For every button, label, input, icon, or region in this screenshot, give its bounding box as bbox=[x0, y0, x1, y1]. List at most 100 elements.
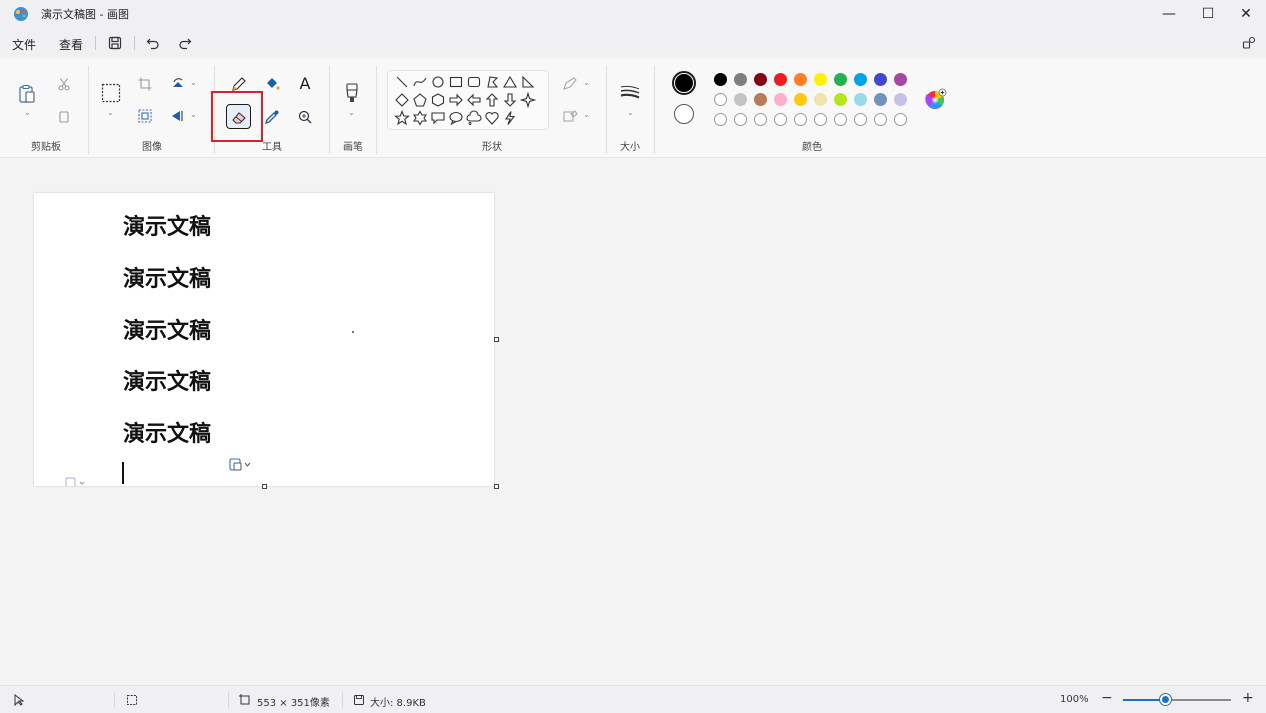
color-swatch[interactable] bbox=[794, 93, 807, 106]
chevron-down-icon[interactable]: ⌄ bbox=[583, 78, 590, 87]
custom-color-slot[interactable] bbox=[854, 113, 867, 126]
settings-icon[interactable] bbox=[1240, 34, 1258, 52]
down-arrow-shape-icon[interactable] bbox=[502, 92, 518, 108]
rect-callout-shape-icon[interactable] bbox=[430, 110, 446, 126]
undo-icon[interactable] bbox=[144, 34, 162, 52]
diamond-shape-icon[interactable] bbox=[394, 92, 410, 108]
lightning-shape-icon[interactable] bbox=[502, 110, 518, 126]
five-point-star-shape-icon[interactable] bbox=[394, 110, 410, 126]
heart-shape-icon[interactable] bbox=[484, 110, 500, 126]
color-swatch[interactable] bbox=[754, 93, 767, 106]
edit-colors-icon[interactable] bbox=[925, 88, 947, 110]
triangle-shape-icon[interactable] bbox=[502, 74, 518, 90]
chevron-down-icon[interactable]: ⌄ bbox=[583, 110, 590, 119]
color-swatch[interactable] bbox=[874, 93, 887, 106]
right-arrow-shape-icon[interactable] bbox=[448, 92, 464, 108]
custom-color-slot[interactable] bbox=[774, 113, 787, 126]
outline-icon[interactable] bbox=[561, 76, 579, 92]
menu-view[interactable]: 查看 bbox=[59, 36, 83, 53]
custom-color-slot[interactable] bbox=[814, 113, 827, 126]
rounded-rectangle-shape-icon[interactable] bbox=[466, 74, 482, 90]
minimize-button[interactable]: — bbox=[1150, 0, 1188, 28]
custom-color-slot[interactable] bbox=[834, 113, 847, 126]
resize-handle-corner[interactable] bbox=[494, 484, 499, 489]
paste-options-icon[interactable] bbox=[228, 456, 252, 472]
color-swatch[interactable] bbox=[814, 93, 827, 106]
pentagon-shape-icon[interactable] bbox=[412, 92, 428, 108]
color-swatch[interactable] bbox=[714, 93, 727, 106]
paste-options-icon[interactable] bbox=[64, 476, 88, 486]
chevron-down-icon[interactable]: ⌄ bbox=[348, 108, 355, 117]
color-picker-icon[interactable] bbox=[263, 108, 281, 126]
color-swatch[interactable] bbox=[734, 93, 747, 106]
polygon-shape-icon[interactable] bbox=[484, 74, 500, 90]
custom-color-slot[interactable] bbox=[874, 113, 887, 126]
color-swatch[interactable] bbox=[834, 93, 847, 106]
flip-icon[interactable] bbox=[170, 108, 186, 124]
fill-style-icon[interactable] bbox=[561, 108, 579, 124]
hexagon-shape-icon[interactable] bbox=[430, 92, 446, 108]
text-icon[interactable]: A bbox=[296, 73, 314, 93]
copy-icon[interactable] bbox=[56, 108, 72, 124]
fill-icon[interactable] bbox=[263, 75, 281, 93]
zoom-out-button[interactable]: − bbox=[1101, 690, 1113, 706]
menu-file[interactable]: 文件 bbox=[12, 36, 36, 53]
custom-color-slot[interactable] bbox=[754, 113, 767, 126]
color-swatch[interactable] bbox=[714, 73, 727, 86]
color-swatch[interactable] bbox=[794, 73, 807, 86]
cut-icon[interactable] bbox=[56, 76, 72, 92]
line-shape-icon[interactable] bbox=[394, 74, 410, 90]
redo-icon[interactable] bbox=[176, 34, 194, 52]
cloud-callout-shape-icon[interactable] bbox=[466, 110, 482, 126]
color-swatch[interactable] bbox=[854, 73, 867, 86]
color-swatch[interactable] bbox=[854, 93, 867, 106]
color-swatch[interactable] bbox=[894, 73, 907, 86]
close-button[interactable]: ✕ bbox=[1227, 0, 1265, 28]
color-swatch[interactable] bbox=[814, 73, 827, 86]
resize-handle-bottom[interactable] bbox=[262, 484, 267, 489]
resize-handle-right[interactable] bbox=[494, 337, 499, 342]
color-swatch[interactable] bbox=[774, 93, 787, 106]
rotate-icon[interactable] bbox=[170, 76, 186, 92]
zoom-level[interactable]: 100% bbox=[1060, 694, 1089, 705]
color-swatch[interactable] bbox=[834, 73, 847, 86]
primary-color-swatch[interactable] bbox=[675, 74, 693, 92]
custom-color-slot[interactable] bbox=[894, 113, 907, 126]
custom-color-slot[interactable] bbox=[794, 113, 807, 126]
resize-icon[interactable] bbox=[137, 108, 153, 124]
oval-shape-icon[interactable] bbox=[430, 74, 446, 90]
chevron-down-icon[interactable]: ⌄ bbox=[190, 110, 197, 119]
zoom-in-button[interactable]: + bbox=[1242, 690, 1254, 706]
secondary-color-swatch[interactable] bbox=[674, 104, 694, 124]
left-arrow-shape-icon[interactable] bbox=[466, 92, 482, 108]
color-swatch[interactable] bbox=[874, 73, 887, 86]
up-arrow-shape-icon[interactable] bbox=[484, 92, 500, 108]
chevron-down-icon[interactable]: ⌄ bbox=[107, 108, 114, 117]
four-point-star-shape-icon[interactable] bbox=[520, 92, 536, 108]
color-swatch[interactable] bbox=[894, 93, 907, 106]
chevron-down-icon[interactable]: ⌄ bbox=[24, 108, 31, 117]
oval-callout-shape-icon[interactable] bbox=[448, 110, 464, 126]
custom-color-slot[interactable] bbox=[734, 113, 747, 126]
color-swatch[interactable] bbox=[754, 73, 767, 86]
select-icon[interactable] bbox=[100, 82, 122, 104]
chevron-down-icon[interactable]: ⌄ bbox=[627, 108, 634, 117]
magnifier-icon[interactable] bbox=[296, 108, 314, 126]
six-point-star-shape-icon[interactable] bbox=[412, 110, 428, 126]
color-swatch[interactable] bbox=[774, 73, 787, 86]
chevron-down-icon[interactable]: ⌄ bbox=[190, 78, 197, 87]
crop-icon[interactable] bbox=[137, 76, 153, 92]
custom-color-slot[interactable] bbox=[714, 113, 727, 126]
brush-icon[interactable] bbox=[342, 82, 362, 104]
zoom-slider[interactable] bbox=[1123, 694, 1231, 705]
line-size-icon[interactable] bbox=[619, 84, 641, 102]
zoom-slider-thumb[interactable] bbox=[1159, 694, 1171, 705]
right-triangle-shape-icon[interactable] bbox=[520, 74, 536, 90]
paste-icon[interactable] bbox=[16, 82, 38, 106]
color-swatch[interactable] bbox=[734, 73, 747, 86]
curve-shape-icon[interactable] bbox=[412, 74, 428, 90]
save-icon[interactable] bbox=[106, 34, 124, 52]
rectangle-shape-icon[interactable] bbox=[448, 74, 464, 90]
maximize-button[interactable]: ☐ bbox=[1189, 0, 1227, 28]
drawing-canvas[interactable]: 演示文稿 演示文稿 演示文稿 演示文稿 演示文稿 bbox=[34, 193, 494, 486]
